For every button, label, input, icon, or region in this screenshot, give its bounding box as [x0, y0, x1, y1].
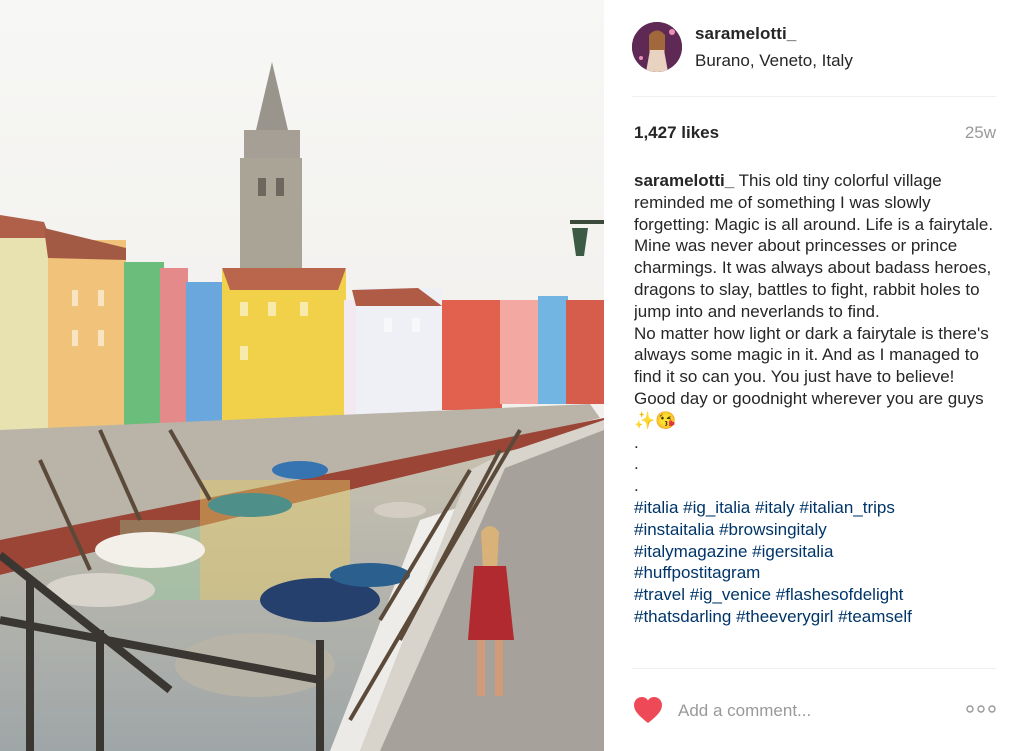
more-options-icon[interactable]	[964, 700, 998, 718]
hashtag-link[interactable]: #browsingitaly	[719, 520, 827, 539]
avatar[interactable]	[632, 22, 682, 72]
caption-line: No matter how light or dark a fairytale …	[634, 323, 989, 430]
hashtag-line: #huffpostitagram	[634, 562, 994, 584]
hashtag-link[interactable]: #ig_venice	[690, 585, 771, 604]
caption-dot: .	[634, 476, 639, 496]
header-divider	[632, 96, 996, 97]
hashtag-link[interactable]: #theeverygirl	[736, 607, 833, 626]
hashtag-link[interactable]: #italia	[634, 498, 678, 517]
hashtag-link[interactable]: #italymagazine	[634, 542, 747, 561]
post-panel: saramelotti_ Burano, Veneto, Italy 1,427…	[604, 0, 1024, 751]
avatar-image	[632, 22, 682, 72]
hashtag-line: #travel #ig_venice #flashesofdelight	[634, 584, 994, 606]
post-header: saramelotti_ Burano, Veneto, Italy	[604, 0, 1024, 96]
hashtag-link[interactable]: #travel	[634, 585, 685, 604]
hashtag-link[interactable]: #flashesofdelight	[776, 585, 904, 604]
caption-line: Mine was never about princesses or princ…	[634, 236, 992, 321]
caption-dot: .	[634, 454, 639, 474]
hashtag-link[interactable]: #huffpostitagram	[634, 563, 760, 582]
caption: saramelotti_ This old tiny colorful vill…	[634, 170, 994, 667]
hashtag-link[interactable]: #italian_trips	[799, 498, 894, 517]
comment-input[interactable]	[678, 698, 938, 724]
comment-bar	[604, 670, 1024, 751]
username-link[interactable]: saramelotti_	[695, 24, 796, 44]
hashtag-link[interactable]: #ig_italia	[683, 498, 750, 517]
caption-author-link[interactable]: saramelotti_	[634, 171, 734, 190]
burano-canal-photo	[0, 0, 604, 751]
hashtag-link[interactable]: #thatsdarling	[634, 607, 731, 626]
hashtag-line: #italymagazine #igersitalia	[634, 541, 994, 563]
post-age[interactable]: 25w	[965, 123, 996, 143]
hashtag-line: #thatsdarling #theeverygirl #teamself	[634, 606, 994, 628]
footer-divider	[632, 668, 996, 669]
likes-count[interactable]: 1,427 likes	[634, 123, 719, 143]
location-link[interactable]: Burano, Veneto, Italy	[695, 51, 853, 71]
hashtag-line: #instaitalia #browsingitaly	[634, 519, 994, 541]
hashtag-link[interactable]: #instaitalia	[634, 520, 714, 539]
caption-dot: .	[634, 432, 639, 452]
post-photo[interactable]	[0, 0, 604, 751]
hashtag-line: #italia #ig_italia #italy #italian_trips	[634, 497, 994, 519]
hashtag-link[interactable]: #teamself	[838, 607, 912, 626]
heart-icon[interactable]	[633, 696, 663, 724]
hashtag-link[interactable]: #italy	[755, 498, 795, 517]
hashtag-link[interactable]: #igersitalia	[752, 542, 833, 561]
